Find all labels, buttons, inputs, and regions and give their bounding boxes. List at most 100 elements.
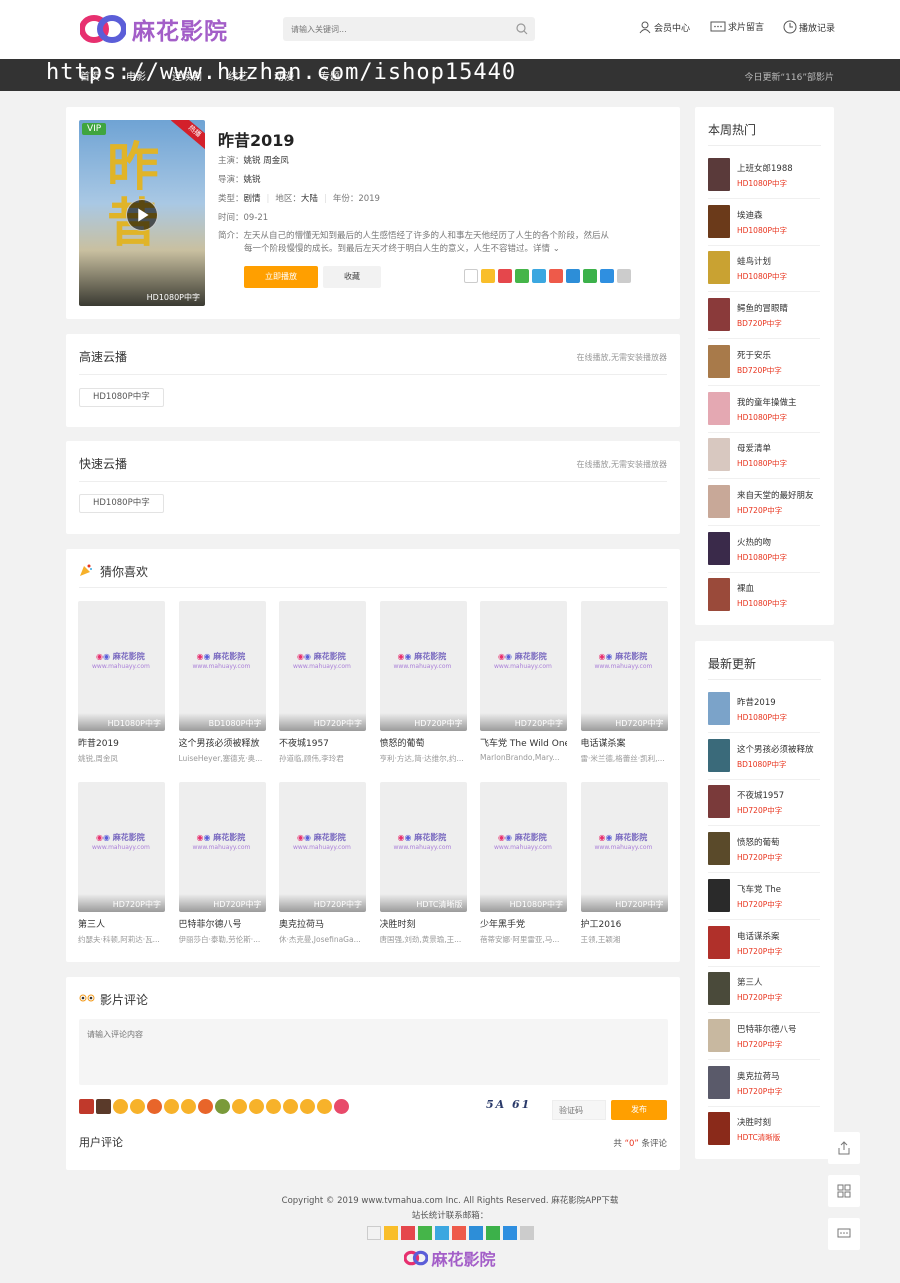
emoji-icon[interactable] (164, 1099, 179, 1114)
wechat-icon[interactable] (418, 1226, 432, 1240)
sidebar-item-name[interactable]: 不夜城1957 (737, 789, 823, 801)
douban-icon[interactable] (583, 269, 597, 283)
recommend-item-title[interactable]: 奥克拉荷马 (279, 917, 366, 930)
sidebar-item-name[interactable]: 电话谋杀案 (737, 930, 823, 942)
wechat-icon[interactable] (515, 269, 529, 283)
sidebar-item-name[interactable]: 埃迪森 (737, 209, 823, 221)
tieba-icon[interactable] (600, 269, 614, 283)
emoji-icon[interactable] (147, 1099, 162, 1114)
recommend-item-title[interactable]: 飞车党 The Wild One (480, 736, 567, 749)
recommend-thumb[interactable]: ◉◉ 麻花影院www.mahuayy.comHD720P中字 (581, 601, 668, 731)
history-link[interactable]: 播放记录 (783, 20, 835, 34)
recommend-item-title[interactable]: 不夜城1957 (279, 736, 366, 749)
emoji-icon[interactable] (198, 1099, 213, 1114)
sidebar-list-item[interactable]: 愤怒的葡萄HD720P中字 (708, 832, 822, 866)
douban-icon[interactable] (486, 1226, 500, 1240)
sidebar-thumb[interactable] (708, 1066, 730, 1099)
sidebar-list-item[interactable]: 鳄鱼的冒眼睛BD720P中字 (708, 298, 822, 332)
starring-value[interactable]: 姚锐 周金凤 (244, 156, 289, 166)
emoji-icon[interactable] (334, 1099, 349, 1114)
sidebar-thumb[interactable] (708, 1112, 730, 1145)
sidebar-list-item[interactable]: 第三人HD720P中字 (708, 972, 822, 1006)
region-value[interactable]: 大陆 (301, 194, 318, 204)
sidebar-item-name[interactable]: 来自天堂的最好朋友 (737, 489, 823, 501)
play-icon[interactable] (126, 199, 158, 231)
recommend-item-title[interactable]: 护工2016 (581, 917, 668, 930)
sidebar-list-item[interactable]: 死于安乐BD720P中字 (708, 345, 822, 379)
movie-poster[interactable]: 昨昔 VIP 热播 HD1080P中字 (79, 120, 205, 306)
weibo-icon[interactable] (498, 269, 512, 283)
renren-icon[interactable] (566, 269, 580, 283)
recommend-thumb[interactable]: ◉◉ 麻花影院www.mahuayy.comHD720P中字 (279, 782, 366, 912)
sidebar-list-item[interactable]: 电话谋杀案HD720P中字 (708, 926, 822, 960)
recommend-item[interactable]: ◉◉ 麻花影院www.mahuayy.comBD1080P中字这个男孩必须被释放… (179, 601, 266, 764)
sidebar-item-name[interactable]: 这个男孩必须被释放 (737, 743, 823, 755)
sidebar-list-item[interactable]: 决胜时刻HDTC清晰版 (708, 1112, 822, 1146)
recommend-item-title[interactable]: 电话谋杀案 (581, 736, 668, 749)
recommend-item[interactable]: ◉◉ 麻花影院www.mahuayy.comHD720P中字飞车党 The Wi… (480, 601, 567, 762)
recommend-item[interactable]: ◉◉ 麻花影院www.mahuayy.comHD720P中字电话谋杀案雷·米兰德… (581, 601, 668, 764)
recommend-item[interactable]: ◉◉ 麻花影院www.mahuayy.comHD1080P中字昨昔2019姚锐,… (78, 601, 165, 764)
share-icon[interactable] (367, 1226, 381, 1240)
sidebar-item-name[interactable]: 死于安乐 (737, 349, 823, 361)
sidebar-list-item[interactable]: 母爱清单HD1080P中字 (708, 438, 822, 472)
sidebar-list-item[interactable]: 埃迪森HD1080P中字 (708, 205, 822, 239)
sidebar-thumb[interactable] (708, 739, 730, 772)
share-icon[interactable] (464, 269, 478, 283)
footer-logo[interactable]: 麻花影院 (0, 1246, 900, 1270)
sidebar-thumb[interactable] (708, 392, 730, 425)
play-now-button[interactable]: 立即播放 (244, 266, 318, 288)
recommend-item-title[interactable]: 昨昔2019 (78, 736, 165, 749)
recommend-thumb[interactable]: ◉◉ 麻花影院www.mahuayy.comHD1080P中字 (78, 601, 165, 731)
recommend-item[interactable]: ◉◉ 麻花影院www.mahuayy.comHDTC清晰版决胜时刻唐国强,刘劲,… (380, 782, 467, 945)
sidebar-list-item[interactable]: 巴特菲尔德八号HD720P中字 (708, 1019, 822, 1053)
genre-value[interactable]: 剧情 (244, 194, 261, 204)
weibo-icon[interactable] (401, 1226, 415, 1240)
captcha-image[interactable]: 5A 61 (486, 1098, 538, 1116)
recommend-thumb[interactable]: ◉◉ 麻花影院www.mahuayy.comBD1080P中字 (179, 601, 266, 731)
recommend-item[interactable]: ◉◉ 麻花影院www.mahuayy.comHD1080P中字少年黑手党蓓蒂安娜… (480, 782, 567, 945)
sidebar-thumb[interactable] (708, 205, 730, 238)
recommend-item-title[interactable]: 巴特菲尔德八号 (179, 917, 266, 930)
recommend-thumb[interactable]: ◉◉ 麻花影院www.mahuayy.comHD720P中字 (78, 782, 165, 912)
director-value[interactable]: 姚锐 (244, 175, 261, 185)
sidebar-thumb[interactable] (708, 692, 730, 725)
sidebar-thumb[interactable] (708, 345, 730, 378)
sidebar-list-item[interactable]: 来自天堂的最好朋友HD720P中字 (708, 485, 822, 519)
sidebar-item-name[interactable]: 蛙鸟计划 (737, 255, 823, 267)
sidebar-item-name[interactable]: 愤怒的葡萄 (737, 836, 823, 848)
recommend-item-title[interactable]: 愤怒的葡萄 (380, 736, 467, 749)
emoji-icon[interactable] (300, 1099, 315, 1114)
qzone-icon[interactable] (384, 1226, 398, 1240)
sidebar-list-item[interactable]: 上班女郎1988HD1080P中字 (708, 158, 822, 192)
recommend-thumb[interactable]: ◉◉ 麻花影院www.mahuayy.comHD720P中字 (581, 782, 668, 912)
emoji-icon[interactable] (283, 1099, 298, 1114)
chevron-down-icon[interactable]: ⌄ (550, 244, 560, 254)
sidebar-item-name[interactable]: 母爱清单 (737, 442, 823, 454)
tqq-icon[interactable] (435, 1226, 449, 1240)
sidebar-thumb[interactable] (708, 972, 730, 1005)
sidebar-item-name[interactable]: 巴特菲尔德八号 (737, 1023, 823, 1035)
sidebar-list-item[interactable]: 蛙鸟计划HD1080P中字 (708, 251, 822, 285)
recommend-thumb[interactable]: ◉◉ 麻花影院www.mahuayy.comHD720P中字 (380, 601, 467, 731)
sidebar-thumb[interactable] (708, 532, 730, 565)
emoji-icon[interactable] (317, 1099, 332, 1114)
recommend-item[interactable]: ◉◉ 麻花影院www.mahuayy.comHD720P中字第三人约瑟夫·科顿,… (78, 782, 165, 945)
recommend-item-title[interactable]: 第三人 (78, 917, 165, 930)
sidebar-list-item[interactable]: 火热的吻HD1080P中字 (708, 532, 822, 566)
qq-icon[interactable] (549, 269, 563, 283)
sidebar-thumb[interactable] (708, 926, 730, 959)
sidebar-list-item[interactable]: 奥克拉荷马HD720P中字 (708, 1066, 822, 1100)
sidebar-list-item[interactable]: 裸血HD1080P中字 (708, 578, 822, 612)
sidebar-item-name[interactable]: 火热的吻 (737, 536, 823, 548)
recommend-item[interactable]: ◉◉ 麻花影院www.mahuayy.comHD720P中字护工2016王领,王… (581, 782, 668, 945)
sidebar-item-name[interactable]: 鳄鱼的冒眼睛 (737, 302, 823, 314)
captcha-input[interactable] (552, 1100, 606, 1120)
recommend-item-title[interactable]: 决胜时刻 (380, 917, 467, 930)
sidebar-thumb[interactable] (708, 578, 730, 611)
episode-link[interactable]: HD1080P中字 (79, 388, 164, 407)
sidebar-list-item[interactable]: 不夜城1957HD720P中字 (708, 785, 822, 819)
sidebar-thumb[interactable] (708, 485, 730, 518)
sidebar-item-name[interactable]: 昨昔2019 (737, 696, 823, 708)
sidebar-item-name[interactable]: 我的童年操做主 (737, 396, 823, 408)
